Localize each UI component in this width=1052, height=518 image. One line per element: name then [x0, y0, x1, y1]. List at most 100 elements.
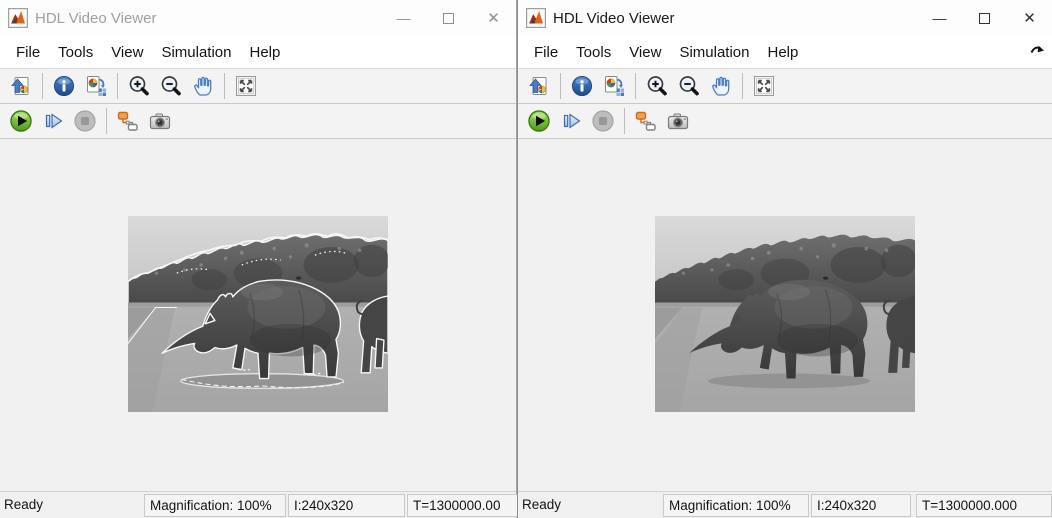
snapshot-button[interactable] [145, 106, 175, 136]
export-image-button[interactable] [524, 71, 554, 101]
zoom-out-icon [158, 73, 184, 99]
menu-help[interactable]: Help [759, 40, 808, 65]
maximize-icon [979, 13, 990, 24]
toolbar-separator [224, 73, 225, 99]
stop-button[interactable] [70, 106, 100, 136]
zoom-in-icon [126, 73, 152, 99]
zoom-in-button[interactable] [642, 71, 672, 101]
window-title: HDL Video Viewer [35, 10, 156, 27]
toolbar-separator [742, 73, 743, 99]
highlight-simulink-block-button[interactable] [631, 106, 661, 136]
highlight-simulink-block-button[interactable] [113, 106, 143, 136]
matlab-icon [8, 8, 28, 28]
titlebar[interactable]: HDL Video Viewer — ✕ [518, 0, 1052, 36]
menu-view[interactable]: View [102, 40, 152, 65]
status-bar: Ready Magnification: 100% I:240x320 T=13… [0, 491, 516, 518]
close-icon: ✕ [1023, 9, 1036, 27]
menu-file[interactable]: File [7, 40, 49, 65]
info-icon [51, 73, 77, 99]
export-image-button[interactable] [6, 71, 36, 101]
pan-button[interactable] [188, 71, 218, 101]
toolbar-separator [635, 73, 636, 99]
step-forward-button[interactable] [38, 106, 68, 136]
camera-icon [147, 108, 173, 134]
toolbar-separator [624, 108, 625, 134]
fit-to-window-icon [233, 73, 259, 99]
status-frame-size: I:240x320 [288, 494, 405, 517]
menu-simulation[interactable]: Simulation [670, 40, 758, 65]
minimize-icon: — [397, 13, 411, 23]
close-icon: ✕ [487, 9, 500, 27]
menu-bar: File Tools View Simulation Help [518, 36, 1052, 69]
menu-tools[interactable]: Tools [49, 40, 102, 65]
fit-to-window-icon [751, 73, 777, 99]
step-forward-button[interactable] [556, 106, 586, 136]
menu-overflow-icon[interactable] [1030, 43, 1046, 57]
minimize-icon: — [933, 13, 947, 23]
stop-button[interactable] [588, 106, 618, 136]
status-magnification: Magnification: 100% [144, 494, 286, 517]
fit-to-window-button[interactable] [231, 71, 261, 101]
desktop: HDL Video Viewer — ✕ File Tools View Sim… [0, 0, 1052, 518]
toolbar-separator [560, 73, 561, 99]
titlebar[interactable]: HDL Video Viewer — ✕ [0, 0, 516, 36]
minimize-button[interactable]: — [917, 0, 962, 36]
step-forward-icon [558, 108, 584, 134]
menu-file[interactable]: File [525, 40, 567, 65]
play-icon [526, 108, 552, 134]
snapshot-button[interactable] [663, 106, 693, 136]
toolbar-separator [117, 73, 118, 99]
stop-icon [72, 108, 98, 134]
window-controls: — ✕ [381, 0, 516, 36]
export-image-icon [526, 73, 552, 99]
info-icon [569, 73, 595, 99]
status-frame-size: I:240x320 [811, 494, 911, 517]
video-information-button[interactable] [49, 71, 79, 101]
close-button[interactable]: ✕ [1007, 0, 1052, 36]
toolbar-separator [42, 73, 43, 99]
video-frame-image [655, 216, 915, 412]
status-magnification: Magnification: 100% [663, 494, 809, 517]
zoom-in-button[interactable] [124, 71, 154, 101]
window-title: HDL Video Viewer [553, 10, 674, 27]
colormap-export-button[interactable] [599, 71, 629, 101]
maximize-icon [443, 13, 454, 24]
fit-to-window-button[interactable] [749, 71, 779, 101]
menu-tools[interactable]: Tools [567, 40, 620, 65]
close-button[interactable]: ✕ [471, 0, 516, 36]
minimize-button[interactable]: — [381, 0, 426, 36]
video-display-area[interactable] [518, 139, 1052, 491]
menu-view[interactable]: View [620, 40, 670, 65]
colormap-export-button[interactable] [81, 71, 111, 101]
zoom-out-button[interactable] [674, 71, 704, 101]
main-toolbar [0, 69, 516, 104]
status-sim-time: T=1300000.00 [407, 494, 517, 517]
video-frame-image [128, 216, 388, 412]
zoom-out-icon [676, 73, 702, 99]
menu-bar: File Tools View Simulation Help [0, 36, 516, 69]
pan-hand-icon [190, 73, 216, 99]
camera-icon [665, 108, 691, 134]
zoom-out-button[interactable] [156, 71, 186, 101]
play-button[interactable] [6, 106, 36, 136]
video-display-area[interactable] [0, 139, 516, 491]
zoom-in-icon [644, 73, 670, 99]
menu-simulation[interactable]: Simulation [152, 40, 240, 65]
hdl-video-viewer-window-right: HDL Video Viewer — ✕ File Tools View Sim… [517, 0, 1052, 518]
status-sim-time: T=1300000.000 [916, 494, 1052, 517]
hdl-video-viewer-window-left: HDL Video Viewer — ✕ File Tools View Sim… [0, 0, 517, 518]
main-toolbar [518, 69, 1052, 104]
status-state: Ready [4, 497, 43, 512]
matlab-icon [526, 8, 546, 28]
pan-button[interactable] [706, 71, 736, 101]
video-frame [128, 216, 388, 412]
colormap-icon [83, 73, 109, 99]
pan-hand-icon [708, 73, 734, 99]
menu-help[interactable]: Help [241, 40, 290, 65]
play-button[interactable] [524, 106, 554, 136]
step-forward-icon [40, 108, 66, 134]
status-state: Ready [522, 497, 561, 512]
maximize-button[interactable] [426, 0, 471, 36]
maximize-button[interactable] [962, 0, 1007, 36]
video-information-button[interactable] [567, 71, 597, 101]
